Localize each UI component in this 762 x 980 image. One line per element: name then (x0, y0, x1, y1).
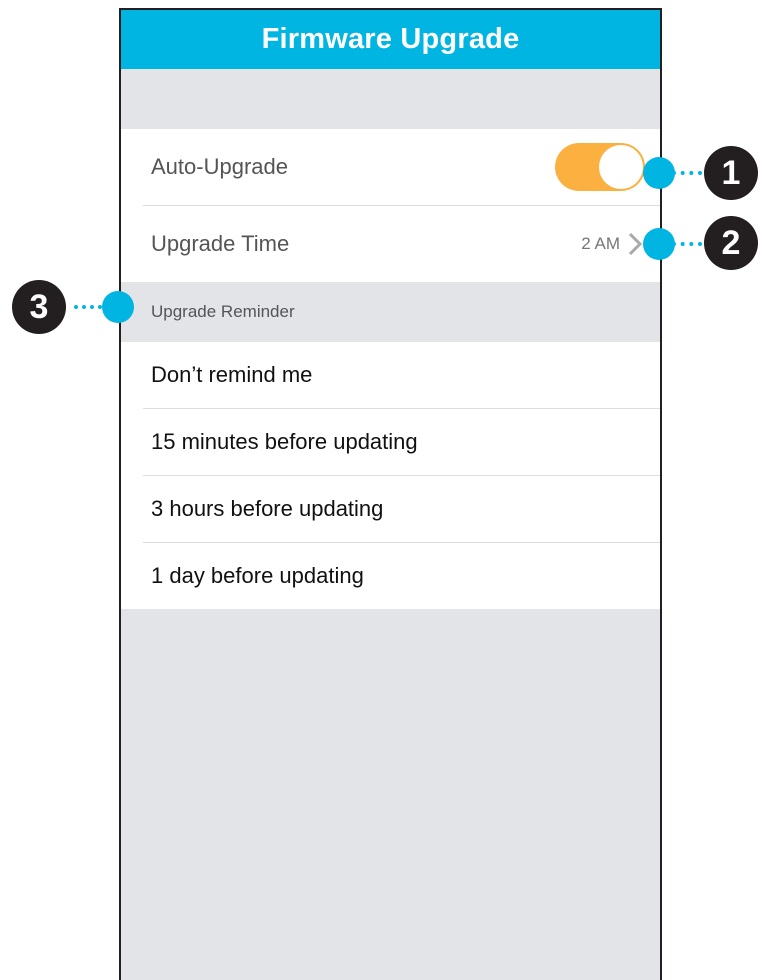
callout-1-number: 1 (721, 153, 741, 192)
callout-3-dot (102, 291, 134, 323)
reminder-option-label: 15 minutes before updating (151, 429, 418, 454)
upgrade-time-value: 2 AM (581, 234, 620, 253)
upgrade-time-label: Upgrade Time (151, 231, 290, 256)
reminder-option-label: 1 day before updating (151, 563, 364, 588)
reminder-option-label: Don’t remind me (151, 362, 313, 387)
callout-3-number: 3 (29, 287, 49, 326)
callout-2-leader (672, 242, 702, 246)
callout-1-leader (672, 171, 702, 175)
callout-2-number: 2 (721, 223, 741, 262)
reminder-option-15-minutes[interactable]: 15 minutes before updating (121, 409, 660, 475)
callout-2-badge: 2 (704, 216, 758, 270)
auto-upgrade-row: Auto-Upgrade (121, 129, 660, 205)
toggle-knob (599, 145, 643, 189)
upgrade-reminder-section-header: Upgrade Reminder (121, 282, 660, 342)
reminder-option-dont-remind[interactable]: Don’t remind me (121, 342, 660, 408)
auto-upgrade-toggle[interactable] (555, 143, 645, 191)
callout-1-badge: 1 (704, 146, 758, 200)
upgrade-reminder-heading: Upgrade Reminder (151, 302, 295, 321)
callout-2-dot (643, 228, 675, 260)
top-spacer (121, 69, 660, 129)
reminder-option-label: 3 hours before updating (151, 496, 384, 521)
reminder-option-1-day[interactable]: 1 day before updating (121, 543, 660, 609)
upgrade-time-row[interactable]: Upgrade Time 2 AM (121, 206, 660, 282)
callout-1-dot (643, 157, 675, 189)
phone-screen: Firmware Upgrade Auto-Upgrade Upgrade Ti… (119, 8, 662, 980)
auto-upgrade-label: Auto-Upgrade (151, 154, 288, 179)
title-bar: Firmware Upgrade (121, 10, 660, 69)
reminder-option-3-hours[interactable]: 3 hours before updating (121, 476, 660, 542)
page-title: Firmware Upgrade (261, 23, 520, 55)
callout-3-badge: 3 (12, 280, 66, 334)
